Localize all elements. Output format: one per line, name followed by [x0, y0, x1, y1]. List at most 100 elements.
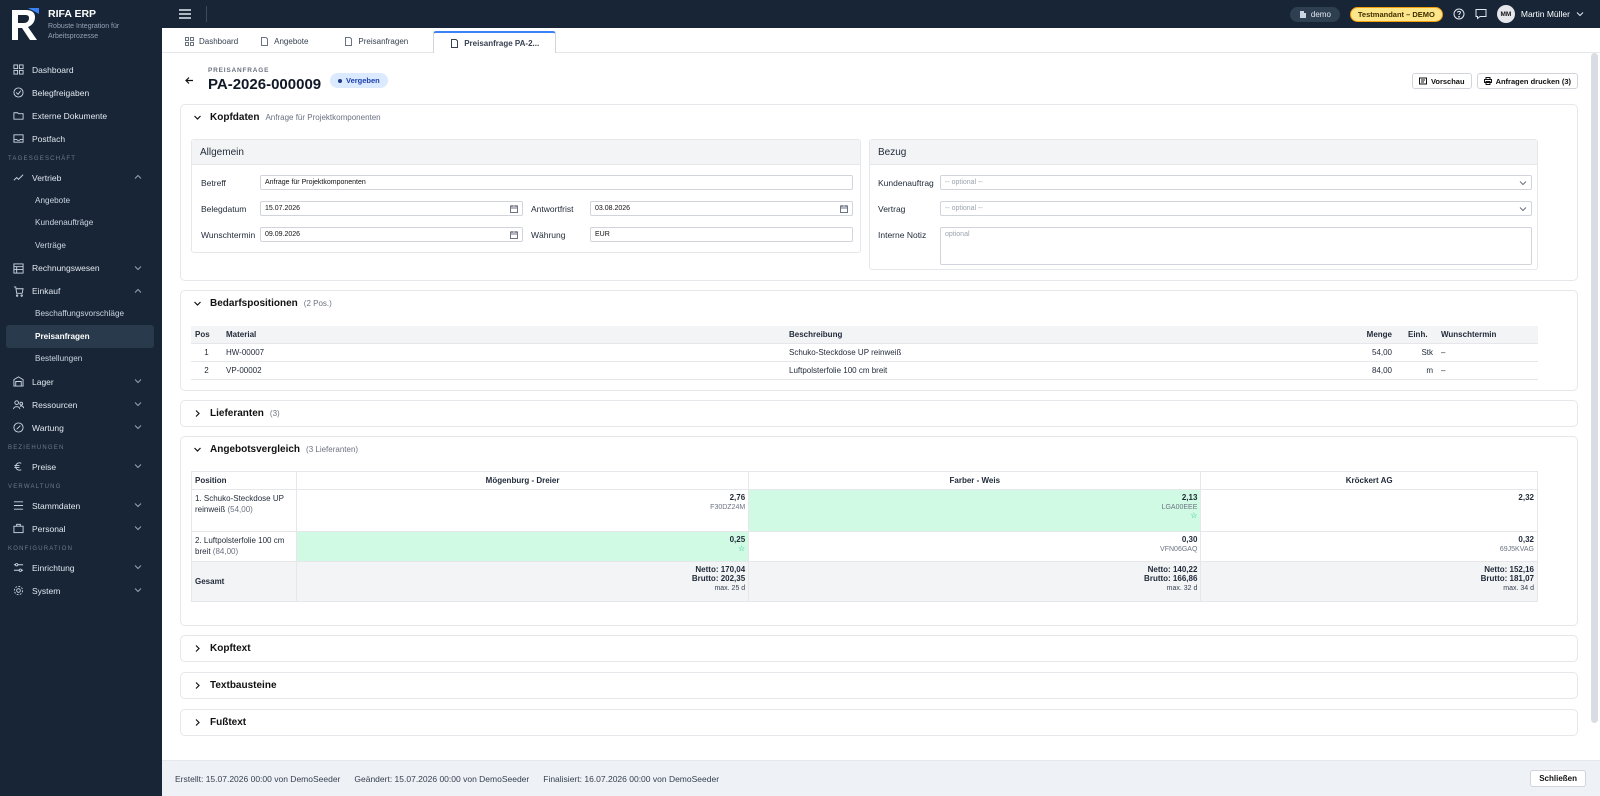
- tenant-selector[interactable]: demo: [1289, 6, 1340, 22]
- sidebar-item-vertrieb[interactable]: Vertrieb: [0, 166, 162, 189]
- close-button[interactable]: Schließen: [1530, 770, 1586, 787]
- cell-pos: 2: [191, 361, 222, 380]
- lieferanten-header[interactable]: Lieferanten (3): [181, 401, 1577, 426]
- sidebar-item-postfach[interactable]: Postfach: [0, 127, 162, 150]
- sidebar-item-externe-dokumente[interactable]: Externe Dokumente: [0, 104, 162, 127]
- supplier-header: Mögenburg - Dreier: [295, 471, 750, 490]
- waehrung-select[interactable]: EUR: [590, 227, 853, 242]
- sidebar-item-preisanfragen[interactable]: Preisanfragen: [6, 325, 154, 348]
- changed-info: Geändert: 15.07.2026 00:00 von DemoSeede…: [354, 773, 530, 784]
- tab-preisanfrage-active[interactable]: Preisanfrage PA-2...: [433, 31, 557, 53]
- sidebar-item-stammdaten[interactable]: Stammdaten: [0, 494, 162, 517]
- inbox-icon: [12, 133, 24, 145]
- kopfdaten-panel: Kopfdaten Anfrage für Projektkomponenten …: [180, 104, 1578, 281]
- brand[interactable]: RIFA ERP Robuste Integration für Arbeits…: [0, 0, 162, 48]
- sidebar-item-rechnungswesen[interactable]: Rechnungswesen: [0, 257, 162, 280]
- topbar: demo Testmandant – DEMO MM Martin Müller: [162, 0, 1600, 28]
- back-button[interactable]: [180, 71, 198, 89]
- offer-cell[interactable]: 0,32 69J5KVAG: [1200, 531, 1538, 562]
- sidebar-item-kundenauftraege[interactable]: Kundenaufträge: [0, 212, 162, 235]
- position-qty: (84,00): [212, 547, 239, 556]
- sidebar-item-dashboard[interactable]: Dashboard: [0, 58, 162, 81]
- sidebar-item-system[interactable]: System: [0, 579, 162, 602]
- scrollbar[interactable]: [1591, 53, 1598, 723]
- fusstext-header[interactable]: Fußtext: [181, 710, 1577, 735]
- document-icon: [451, 38, 459, 48]
- section-label: KONFIGURATION: [8, 546, 74, 552]
- chat-icon[interactable]: [1475, 8, 1487, 20]
- sidebar-item-personal[interactable]: Personal: [0, 517, 162, 540]
- kundenauftrag-label: Kundenauftrag: [878, 178, 934, 188]
- section-title: Fußtext: [210, 717, 247, 728]
- bedarf-header[interactable]: Bedarfspositionen (2 Pos.): [181, 291, 1577, 315]
- resources-icon: [12, 399, 24, 411]
- cell-termin: –: [1437, 361, 1538, 380]
- sidebar-item-bestellungen[interactable]: Bestellungen: [0, 348, 162, 371]
- dashboard-icon: [185, 37, 194, 46]
- sidebar-item-vertraege[interactable]: Verträge: [0, 234, 162, 257]
- brand-name: RIFA ERP: [48, 8, 97, 20]
- tab-angebote[interactable]: Angebote: [249, 30, 319, 52]
- section-title: Kopfdaten: [210, 111, 260, 123]
- offer-cell-best[interactable]: 2,13 LGA00EEE ☆: [748, 489, 1202, 532]
- kundenauftrag-placeholder: -- optional --: [945, 179, 983, 186]
- sidebar-item-beschaffungsvorschlaege[interactable]: Beschaffungsvorschläge: [0, 303, 162, 326]
- sidebar-item-einrichtung[interactable]: Einrichtung: [0, 556, 162, 579]
- help-icon[interactable]: [1453, 8, 1465, 20]
- offer-cell-best[interactable]: 0,25 ☆: [295, 531, 750, 562]
- vergleich-header[interactable]: Angebotsvergleich (3 Lieferanten): [181, 437, 1577, 461]
- textbausteine-header[interactable]: Textbausteine: [181, 673, 1577, 698]
- wunschtermin-input[interactable]: 09.09.2026: [260, 227, 523, 242]
- antwortfrist-input[interactable]: 03.08.2026: [590, 201, 853, 216]
- section-label: BEZIEHUNGEN: [8, 445, 65, 451]
- calendar-icon[interactable]: [510, 231, 518, 239]
- wrench-icon: [12, 422, 24, 434]
- sidebar-item-label: Lager: [32, 376, 54, 387]
- antwortfrist-label: Antwortfrist: [531, 204, 574, 214]
- notiz-textarea[interactable]: optional: [940, 227, 1532, 265]
- menu-icon[interactable]: [178, 8, 192, 20]
- offer-price: 0,32: [1518, 535, 1534, 544]
- kopfdaten-header[interactable]: Kopfdaten Anfrage für Projektkomponenten: [181, 105, 1577, 129]
- notiz-placeholder: optional: [945, 231, 970, 238]
- table-row[interactable]: 1 HW-00007 Schuko-Steckdose UP reinweiß …: [191, 343, 1538, 362]
- table-row[interactable]: 2 VP-00002 Luftpolsterfolie 100 cm breit…: [191, 361, 1538, 380]
- cell-einh: Stk: [1404, 343, 1437, 362]
- position-name: 2. Luftpolsterfolie 100 cm breit: [195, 536, 285, 556]
- supplier-header: Farber - Weis: [748, 471, 1202, 490]
- preview-button[interactable]: Vorschau: [1411, 73, 1472, 89]
- kopftext-header[interactable]: Kopftext: [181, 636, 1577, 661]
- sidebar-item-einkauf[interactable]: Einkauf: [0, 280, 162, 303]
- offer-cell[interactable]: 0,30 VFN06GAQ: [748, 531, 1202, 562]
- sidebar-nav: Dashboard Belegfreigaben Externe Dokumen…: [0, 48, 162, 602]
- tab-dashboard[interactable]: Dashboard: [174, 30, 249, 52]
- tab-preisanfragen[interactable]: Preisanfragen: [333, 30, 419, 52]
- main-content: PREISANFRAGE PA-2026-000009 Vergeben Vor…: [162, 53, 1600, 760]
- sidebar-item-angebote[interactable]: Angebote: [0, 189, 162, 212]
- calendar-icon[interactable]: [510, 205, 518, 213]
- sidebar-item-preise[interactable]: Preise: [0, 455, 162, 478]
- sidebar-item-lager[interactable]: Lager: [0, 370, 162, 393]
- calendar-icon[interactable]: [840, 205, 848, 213]
- betreff-input[interactable]: Anfrage für Projektkomponenten: [260, 175, 853, 190]
- lieferanten-panel: Lieferanten (3): [180, 400, 1578, 427]
- kundenauftrag-select[interactable]: -- optional --: [940, 175, 1532, 190]
- position-cell: 2. Luftpolsterfolie 100 cm breit (84,00): [191, 531, 297, 562]
- cell-menge: 84,00: [1325, 361, 1404, 380]
- offer-cell[interactable]: 2,76 F30DZ24M: [295, 489, 750, 532]
- section-title: Angebotsvergleich: [210, 443, 301, 455]
- sidebar-item-ressourcen[interactable]: Ressourcen: [0, 393, 162, 416]
- cell-desc: Luftpolsterfolie 100 cm breit: [785, 361, 1325, 380]
- avatar: MM: [1496, 5, 1515, 23]
- print-button[interactable]: Anfragen drucken (3): [1476, 73, 1578, 89]
- offer-cell[interactable]: 2,32: [1200, 489, 1538, 532]
- offer-price: 2,13: [1181, 493, 1198, 502]
- cell-menge: 54,00: [1325, 343, 1404, 362]
- sidebar-item-wartung[interactable]: Wartung: [0, 416, 162, 439]
- chevron-down-icon: [134, 402, 142, 407]
- user-menu[interactable]: MM Martin Müller: [1496, 5, 1584, 23]
- vertrag-select[interactable]: -- optional --: [940, 201, 1532, 216]
- sidebar-item-belegfreigaben[interactable]: Belegfreigaben: [0, 81, 162, 104]
- belegdatum-input[interactable]: 15.07.2026: [260, 201, 523, 216]
- wunschtermin-value: 09.09.2026: [265, 231, 301, 238]
